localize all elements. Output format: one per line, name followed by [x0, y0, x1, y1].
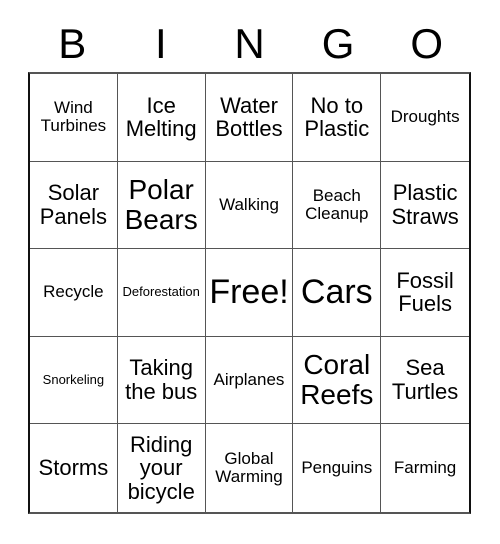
bingo-cell[interactable]: Walking: [205, 161, 294, 250]
bingo-cell[interactable]: Storms: [30, 424, 118, 512]
bingo-cell-label: Droughts: [390, 107, 460, 127]
bingo-cell[interactable]: Airplanes: [205, 336, 294, 425]
bingo-cell[interactable]: Sea Turtles: [381, 337, 469, 425]
bingo-header-letter-g: G: [294, 16, 383, 72]
bingo-grid: Wind Turbines Ice Melting Water Bottles …: [28, 72, 471, 514]
bingo-cell[interactable]: Coral Reefs: [293, 336, 382, 425]
bingo-cell[interactable]: Wind Turbines: [30, 74, 118, 162]
header-letter-text: B: [58, 20, 87, 67]
bingo-header-letter-i: I: [117, 16, 206, 72]
bingo-cell[interactable]: Water Bottles: [205, 74, 294, 162]
bingo-cell-label: No to Plastic: [304, 92, 370, 142]
bingo-cell-label: Snorkeling: [42, 372, 105, 388]
bingo-cell-label: Storms: [38, 455, 109, 481]
bingo-cell[interactable]: Polar Bears: [117, 161, 206, 250]
bingo-header-letters: B I N G O: [28, 16, 471, 72]
bingo-header-letter-b: B: [28, 16, 117, 72]
bingo-cell[interactable]: Cars: [293, 249, 382, 337]
bingo-cell[interactable]: Taking the bus: [117, 336, 206, 425]
bingo-cell[interactable]: Riding your bicycle: [118, 424, 206, 512]
bingo-cell[interactable]: Deforestation: [117, 249, 206, 337]
bingo-cell-label: Airplanes: [213, 369, 285, 389]
bingo-cell-label: Plastic Straws: [391, 180, 459, 229]
bingo-cell[interactable]: Farming: [381, 424, 469, 512]
bingo-cell-label: Penguins: [301, 458, 373, 477]
header-letter-text: O: [410, 20, 443, 67]
bingo-cell[interactable]: Ice Melting: [117, 74, 206, 162]
bingo-cell-label: Cars: [300, 273, 373, 312]
bingo-cell-label: Riding your bicycle: [127, 431, 195, 505]
bingo-cell-label: Ice Melting: [125, 92, 197, 142]
bingo-cell[interactable]: Global Warming: [206, 424, 294, 512]
header-letter-text: G: [321, 20, 355, 67]
bingo-cell-label: Fossil Fuels: [396, 267, 454, 317]
bingo-header-letter-n: N: [205, 16, 294, 72]
bingo-cell-label: Water Bottles: [215, 92, 283, 142]
bingo-cell-label: Walking: [219, 194, 279, 214]
bingo-cell-label: Global Warming: [215, 448, 283, 487]
bingo-cell-label: Wind Turbines: [40, 97, 107, 136]
bingo-card: B I N G O Wind Turbines Ice Melting Wate…: [0, 0, 500, 544]
bingo-cell[interactable]: Snorkeling: [30, 336, 118, 425]
bingo-cell-label: Solar Panels: [39, 180, 108, 229]
bingo-cell[interactable]: Droughts: [381, 74, 469, 162]
bingo-cell-label: Polar Bears: [124, 173, 198, 235]
bingo-cell[interactable]: Plastic Straws: [381, 162, 469, 250]
header-letter-text: I: [155, 20, 167, 67]
bingo-cell-label: Taking the bus: [125, 355, 198, 405]
bingo-cell[interactable]: Fossil Fuels: [381, 249, 469, 337]
bingo-cell-label: Deforestation: [122, 284, 200, 300]
bingo-cell-label: Free!: [209, 273, 289, 312]
bingo-cell[interactable]: Solar Panels: [30, 161, 118, 250]
bingo-header-letter-o: O: [382, 16, 471, 72]
bingo-cell-free-space[interactable]: Free!: [205, 249, 294, 337]
bingo-cell-label: Beach Cleanup: [305, 185, 369, 223]
bingo-cell-label: Recycle: [43, 282, 104, 302]
bingo-cell[interactable]: Recycle: [30, 249, 118, 337]
bingo-cell[interactable]: Beach Cleanup: [293, 161, 382, 250]
bingo-cell-label: Farming: [393, 458, 457, 477]
bingo-cell[interactable]: No to Plastic: [293, 74, 382, 162]
bingo-cell-label: Sea Turtles: [391, 355, 459, 405]
bingo-cell[interactable]: Penguins: [293, 424, 382, 512]
header-letter-text: N: [234, 20, 265, 67]
bingo-cell-label: Coral Reefs: [300, 348, 374, 411]
